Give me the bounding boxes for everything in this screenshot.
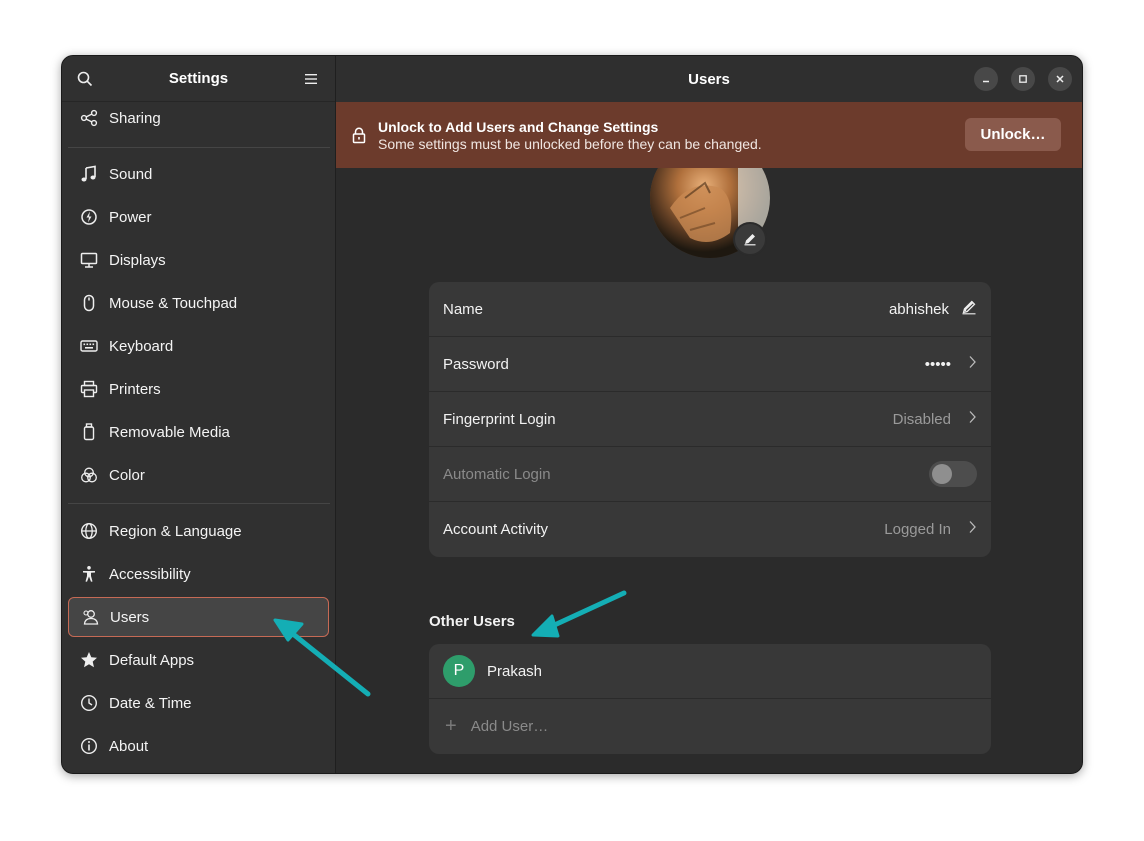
sidebar-item-label: Region & Language xyxy=(109,523,242,540)
account-activity-row[interactable]: Account Activity Logged In xyxy=(429,502,991,557)
sidebar-item-displays[interactable]: Displays xyxy=(68,240,329,280)
keyboard-icon xyxy=(80,337,98,355)
sidebar-item-sharing[interactable]: Sharing xyxy=(68,98,329,138)
account-activity-label: Account Activity xyxy=(443,521,548,538)
name-row: Name abhishek xyxy=(429,282,991,337)
user-row-prakash[interactable]: P Prakash xyxy=(429,644,991,699)
sidebar-item-label: Date & Time xyxy=(109,695,192,712)
sidebar-header: Settings xyxy=(62,56,335,102)
sidebar-title: Settings xyxy=(169,70,228,87)
sidebar-divider xyxy=(68,503,330,504)
unlock-button[interactable]: Unlock… xyxy=(965,118,1061,151)
other-users-card: P Prakash + Add User… xyxy=(429,644,991,754)
password-value: ••••• xyxy=(925,356,951,373)
sidebar-item-label: Sharing xyxy=(109,110,161,127)
sidebar-item-label: Power xyxy=(109,209,152,226)
user-name: Prakash xyxy=(487,663,542,680)
banner-title: Unlock to Add Users and Change Settings xyxy=(378,119,762,135)
sidebar-item-default-apps[interactable]: Default Apps xyxy=(68,640,329,680)
password-row[interactable]: Password ••••• xyxy=(429,337,991,392)
sidebar-item-label: Mouse & Touchpad xyxy=(109,295,237,312)
sidebar-item-label: Printers xyxy=(109,381,161,398)
account-activity-value: Logged In xyxy=(884,521,951,538)
plus-icon: + xyxy=(445,715,457,738)
lock-icon xyxy=(352,126,368,144)
sidebar-item-label: Users xyxy=(110,609,149,626)
name-label: Name xyxy=(443,301,483,318)
fingerprint-row[interactable]: Fingerprint Login Disabled xyxy=(429,392,991,447)
sidebar-item-color[interactable]: Color xyxy=(68,455,329,495)
sidebar-item-label: Displays xyxy=(109,252,166,269)
password-label: Password xyxy=(443,356,509,373)
chevron-right-icon xyxy=(963,410,977,429)
sidebar-item-mouse-touchpad[interactable]: Mouse & Touchpad xyxy=(68,283,329,323)
info-icon xyxy=(80,737,98,755)
sidebar-item-label: About xyxy=(109,738,148,755)
printer-icon xyxy=(80,380,98,398)
sidebar-item-power[interactable]: Power xyxy=(68,197,329,237)
avatar: P xyxy=(443,655,475,687)
sidebar-item-label: Color xyxy=(109,467,145,484)
share-icon xyxy=(80,109,98,127)
sidebar-item-sound[interactable]: Sound xyxy=(68,154,329,194)
sidebar-item-label: Keyboard xyxy=(109,338,173,355)
other-users-heading: Other Users xyxy=(429,613,515,630)
sidebar-item-label: Removable Media xyxy=(109,424,230,441)
page-title: Users xyxy=(688,71,730,88)
automatic-login-toggle[interactable] xyxy=(929,461,977,487)
sidebar-item-users[interactable]: Users xyxy=(68,597,329,637)
name-value: abhishek xyxy=(889,301,949,318)
sidebar-item-printers[interactable]: Printers xyxy=(68,369,329,409)
music-note-icon xyxy=(80,165,98,183)
sidebar-item-accessibility[interactable]: Accessibility xyxy=(68,554,329,594)
power-icon xyxy=(80,208,98,226)
color-icon xyxy=(80,466,98,484)
users-icon xyxy=(81,608,99,626)
account-settings-card: Name abhishek Password ••••• Fingerprint… xyxy=(429,282,991,557)
clock-icon xyxy=(80,694,98,712)
star-icon xyxy=(80,651,98,669)
banner-subtitle: Some settings must be unlocked before th… xyxy=(378,136,762,152)
sidebar-item-about[interactable]: About xyxy=(68,726,329,766)
sidebar-item-label: Accessibility xyxy=(109,566,191,583)
sidebar-item-region-language[interactable]: Region & Language xyxy=(68,511,329,551)
sidebar-item-keyboard[interactable]: Keyboard xyxy=(68,326,329,366)
sidebar-divider xyxy=(68,147,330,148)
unlock-banner: Unlock to Add Users and Change Settings … xyxy=(336,102,1082,168)
chevron-right-icon xyxy=(963,355,977,374)
fingerprint-label: Fingerprint Login xyxy=(443,411,556,428)
sidebar-item-date-time[interactable]: Date & Time xyxy=(68,683,329,723)
sidebar-item-removable-media[interactable]: Removable Media xyxy=(68,412,329,452)
accessibility-icon xyxy=(80,565,98,583)
search-icon[interactable] xyxy=(75,69,95,89)
sidebar-item-label: Sound xyxy=(109,166,152,183)
globe-icon xyxy=(80,522,98,540)
add-user-row[interactable]: + Add User… xyxy=(429,699,991,754)
monitor-icon xyxy=(80,251,98,269)
edit-name-icon[interactable] xyxy=(961,299,977,320)
minimize-button[interactable] xyxy=(974,67,998,91)
automatic-login-label: Automatic Login xyxy=(443,466,551,483)
removable-media-icon xyxy=(80,423,98,441)
settings-window: Settings Sharing Sound Power xyxy=(61,55,1083,774)
hamburger-menu-icon[interactable] xyxy=(301,69,321,89)
main-panel: Users Unlock to Add Users and Change Set… xyxy=(336,56,1082,773)
edit-avatar-button[interactable] xyxy=(733,222,767,256)
fingerprint-value: Disabled xyxy=(893,411,951,428)
sidebar: Settings Sharing Sound Power xyxy=(62,56,336,773)
close-button[interactable] xyxy=(1048,67,1072,91)
maximize-button[interactable] xyxy=(1011,67,1035,91)
chevron-right-icon xyxy=(963,520,977,539)
mouse-icon xyxy=(80,294,98,312)
add-user-label: Add User… xyxy=(471,718,549,735)
main-header: Users xyxy=(336,56,1082,102)
automatic-login-row: Automatic Login xyxy=(429,447,991,502)
sidebar-item-label: Default Apps xyxy=(109,652,194,669)
